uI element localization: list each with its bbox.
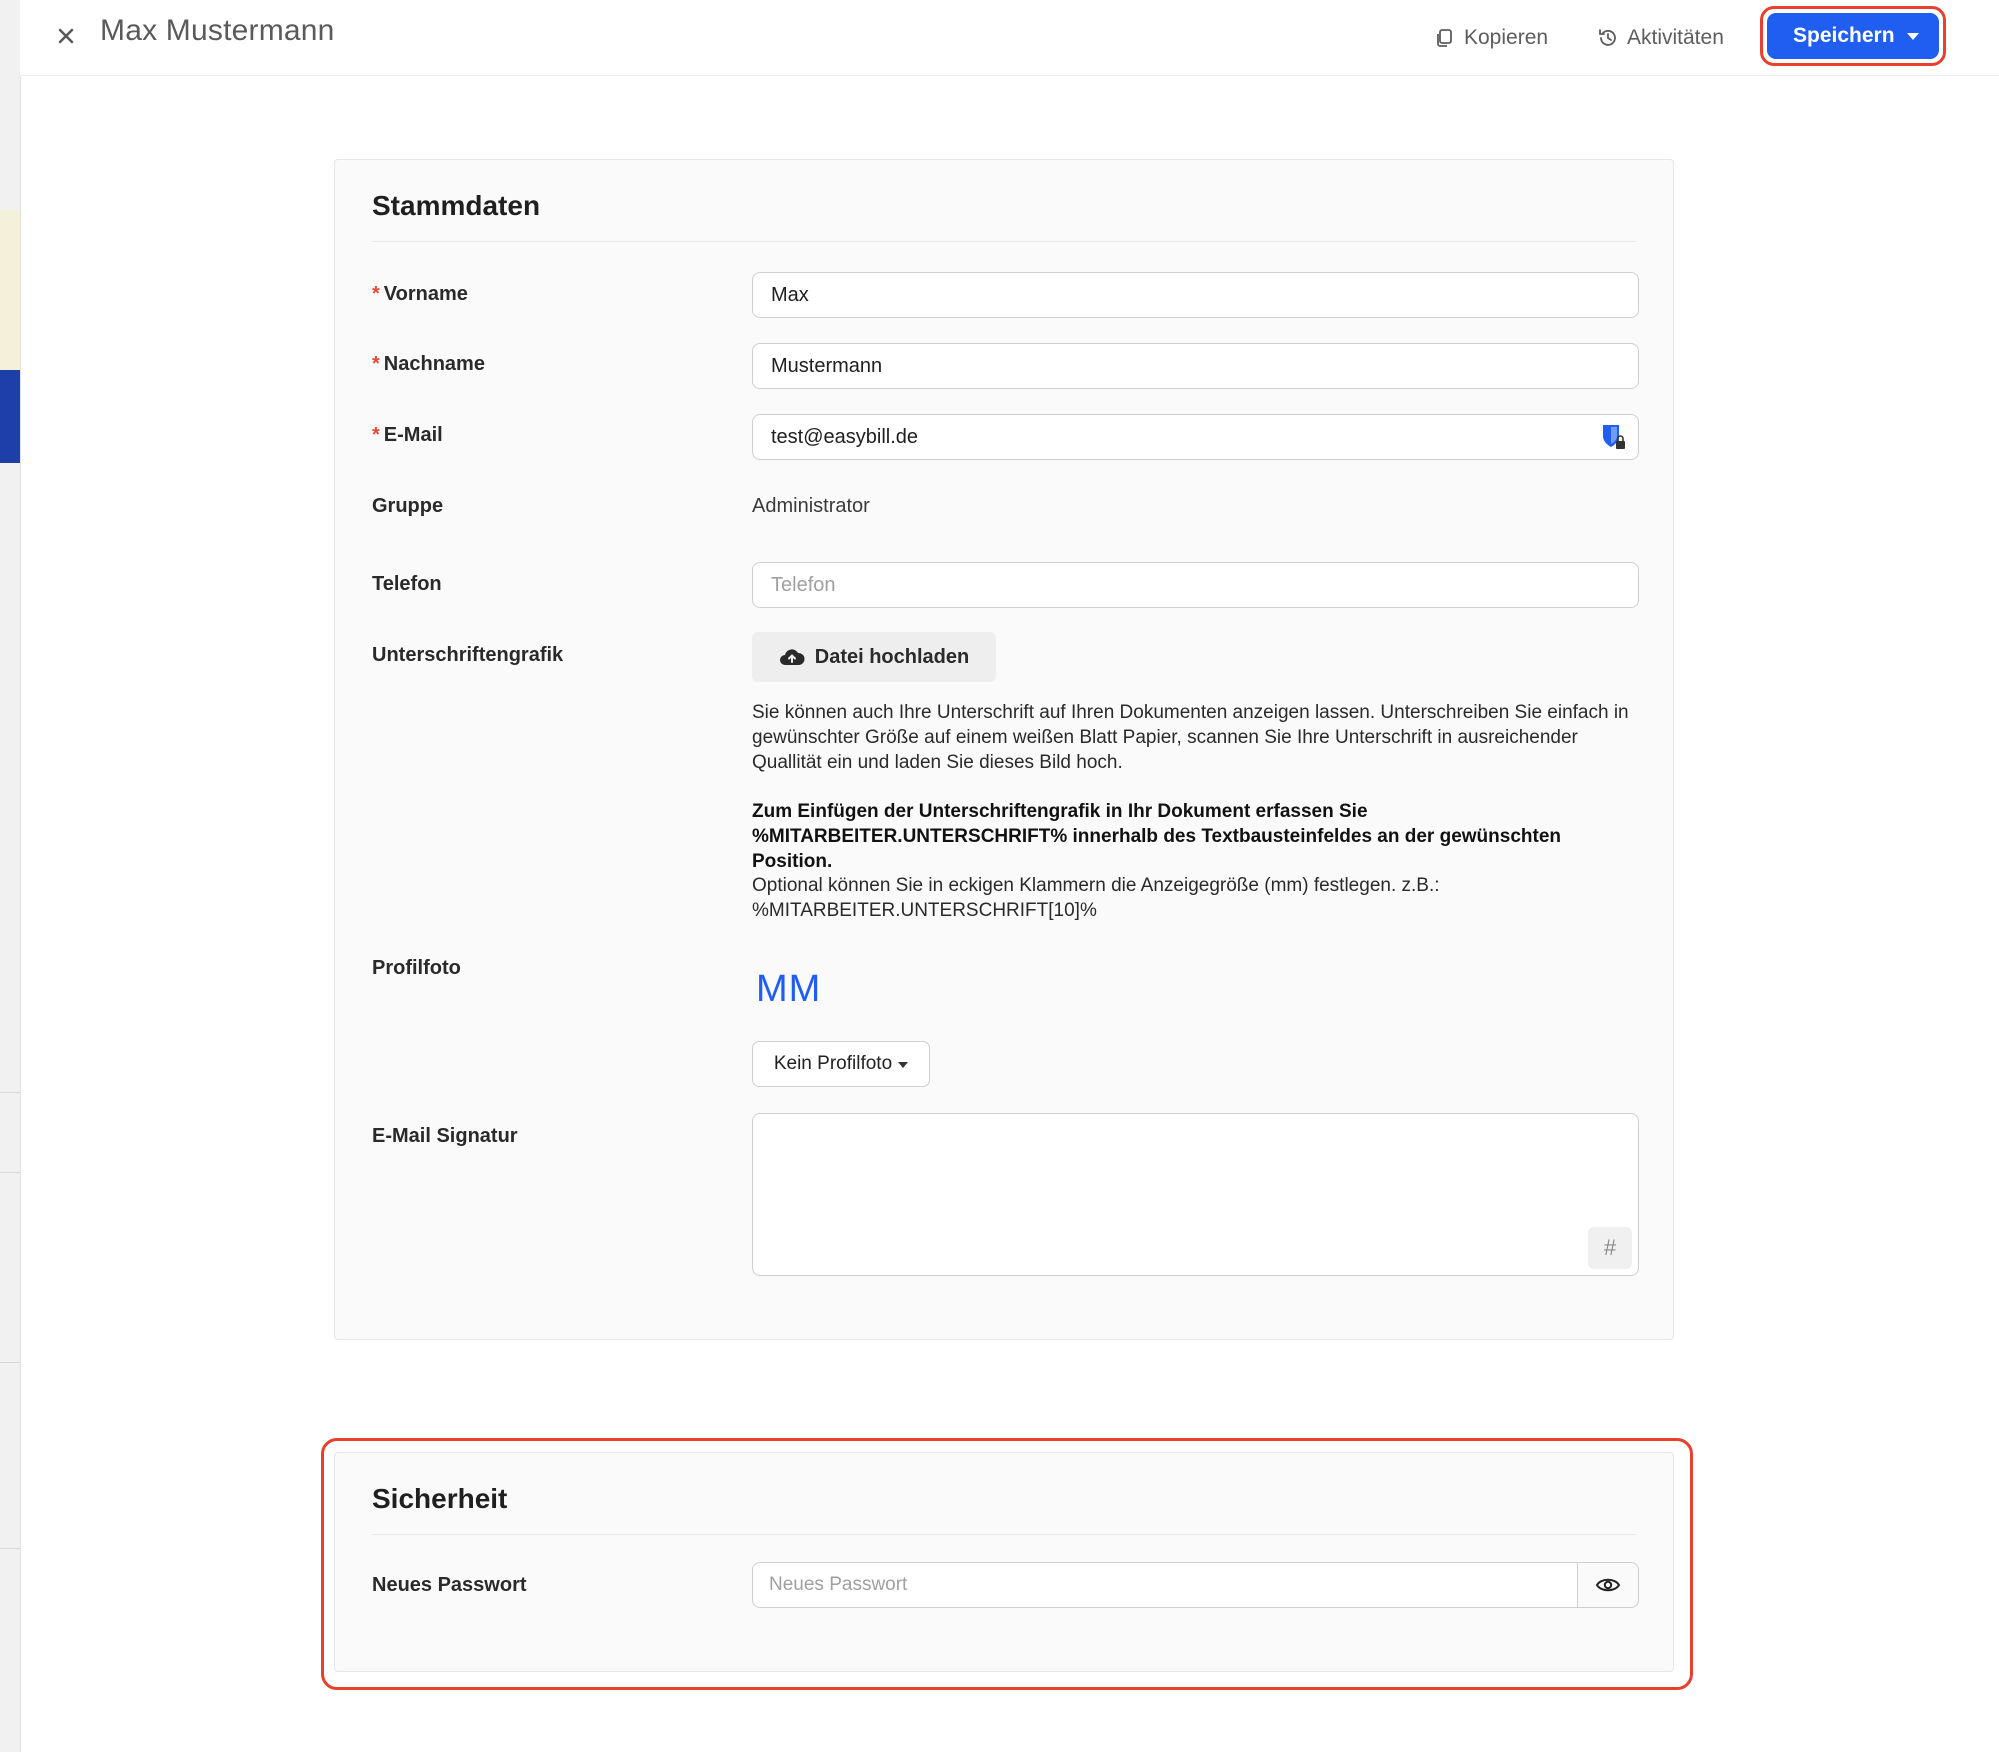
new-password-field[interactable]: Neues Passwort [752, 1562, 1577, 1608]
telefon-label: Telefon [372, 573, 442, 595]
gruppe-label: Gruppe [372, 495, 444, 517]
eye-icon [1596, 1578, 1620, 1592]
copy-button[interactable]: Kopieren [1434, 22, 1548, 54]
upload-label: Datei hochladen [814, 645, 970, 668]
password-manager-icon[interactable] [1600, 423, 1626, 451]
save-button-highlight: Speichern [1760, 6, 1946, 66]
profile-photo-dropdown-label: Kein Profilfoto [773, 1053, 893, 1074]
profile-photo-dropdown[interactable]: Kein Profilfoto [752, 1041, 930, 1087]
activities-button[interactable]: Aktivitäten [1597, 22, 1724, 54]
dialog-title: Max Mustermann [100, 14, 335, 47]
show-password-button[interactable] [1577, 1562, 1639, 1608]
sicherheit-card: Sicherheit Neues Passwort Neues Passwort [334, 1452, 1674, 1672]
gruppe-value: Administrator [752, 495, 870, 517]
email-value: test@easybill.de [771, 425, 919, 448]
signature-help-bold: Zum Einfügen der Unterschriftengrafik in… [752, 801, 1562, 872]
save-button[interactable]: Speichern [1767, 13, 1939, 59]
copy-label: Kopieren [1464, 26, 1549, 49]
background-page-edge [0, 0, 21, 1752]
nachname-label: * Nachname [372, 353, 485, 375]
signature-help-optional: Optional können Sie in eckigen Klammern … [752, 875, 1440, 921]
dialog-header: Max Mustermann Kopieren Aktivitäten Spei… [20, 0, 1999, 76]
caret-down-icon [898, 1062, 909, 1068]
telefon-field[interactable]: Telefon [752, 562, 1639, 608]
email-signature-textarea[interactable]: # [752, 1113, 1639, 1276]
vorname-field[interactable]: Max [752, 272, 1639, 318]
stammdaten-card: Stammdaten * Vorname Max * Nachname Muster… [334, 159, 1674, 1340]
placeholder-insert-button[interactable]: # [1588, 1227, 1632, 1269]
email-label: * E-Mail [372, 424, 443, 446]
nachname-field[interactable]: Mustermann [752, 343, 1639, 389]
avatar: MM [756, 968, 822, 1010]
vorname-label: * Vorname [372, 283, 468, 305]
close-icon [58, 28, 74, 44]
section-title: Stammdaten [372, 190, 541, 221]
new-password-label: Neues Passwort [372, 1574, 527, 1596]
section-divider [372, 241, 1636, 242]
close-button[interactable] [46, 16, 86, 56]
email-signature-label: E-Mail Signatur [372, 1125, 518, 1147]
profilfoto-label: Profilfoto [372, 957, 461, 979]
new-password-group: Neues Passwort [752, 1562, 1639, 1608]
copy-icon [1437, 29, 1452, 47]
signature-graphic-label: Unterschriftengrafik [372, 644, 564, 666]
email-field[interactable]: test@easybill.de [752, 414, 1639, 460]
upload-file-button[interactable]: Datei hochladen [752, 632, 996, 682]
activities-label: Aktivitäten [1627, 26, 1724, 49]
history-icon [1599, 29, 1616, 46]
section-divider [372, 1534, 1636, 1535]
signature-help-text: Sie können auch Ihre Unterschrift auf Ih… [752, 702, 1629, 773]
save-label: Speichern [1793, 24, 1895, 47]
chevron-down-icon[interactable] [1907, 33, 1919, 40]
section-title: Sicherheit [372, 1483, 508, 1514]
cloud-upload-icon [779, 649, 805, 665]
